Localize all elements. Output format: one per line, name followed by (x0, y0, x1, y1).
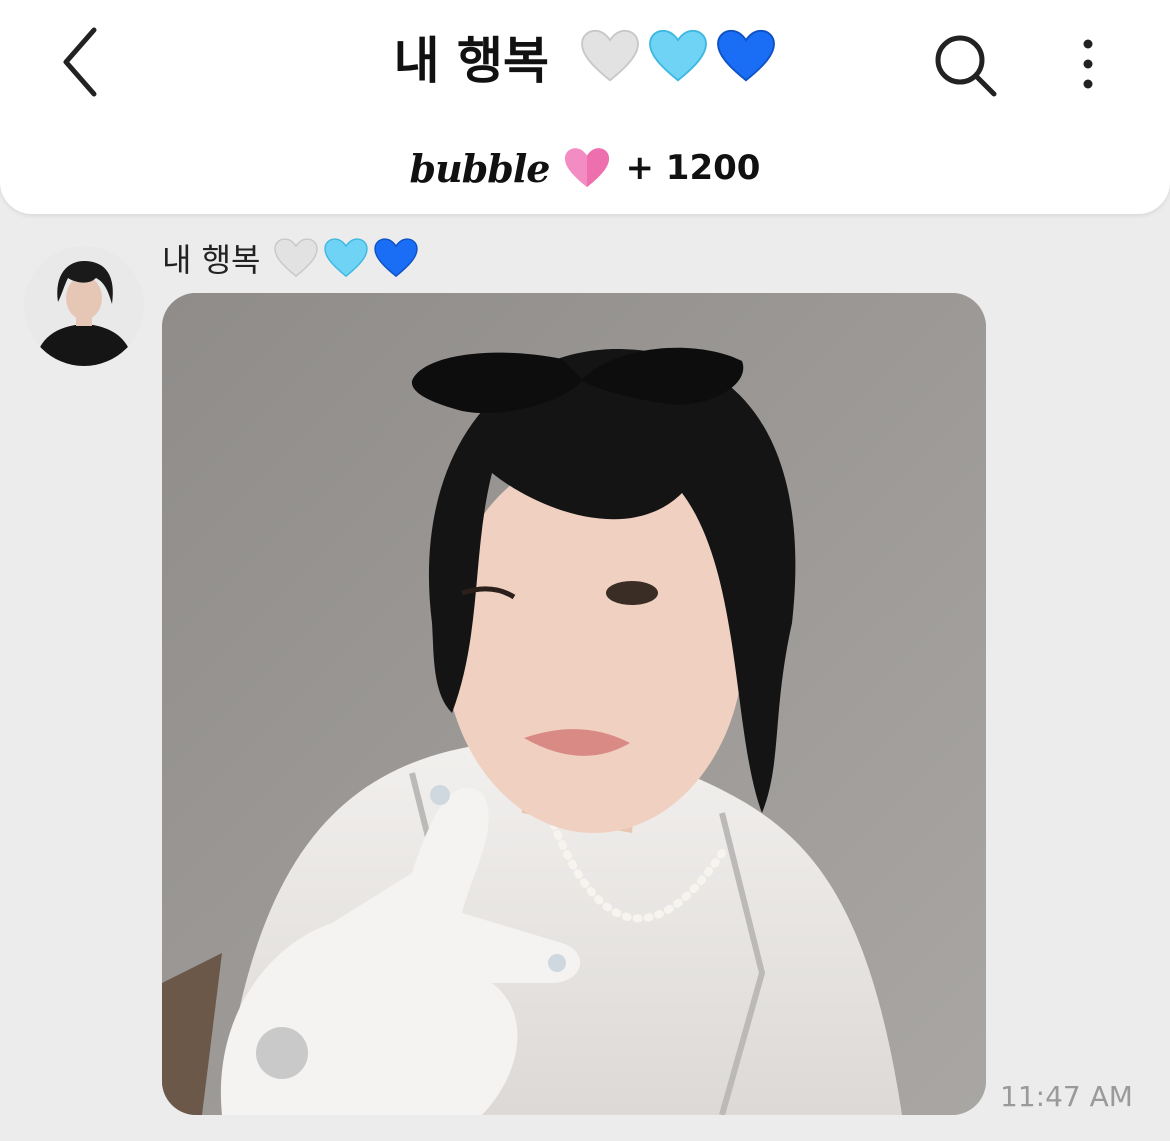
sender-hearts (273, 237, 419, 279)
avatar[interactable] (24, 246, 144, 366)
white-heart-icon (273, 238, 318, 278)
chat-header: 내 행복 bubble + 1200 (0, 0, 1170, 214)
white-heart-icon (581, 29, 640, 82)
title-hearts (580, 28, 776, 84)
light-blue-heart-icon (323, 238, 368, 278)
blue-heart-icon (717, 29, 776, 82)
light-blue-heart-icon (649, 29, 708, 82)
chat-title-text: 내 행복 (393, 32, 549, 90)
photo-image (162, 293, 986, 1115)
profile-picture (24, 246, 144, 366)
sender-name: 내 행복 (162, 241, 261, 279)
message-sender: 내 행복 (162, 232, 419, 284)
more-options-icon[interactable] (1066, 34, 1110, 94)
photo-message[interactable] (162, 293, 986, 1115)
bubble-count: + 1200 (625, 148, 761, 188)
message-time: 11:47 AM (1000, 1080, 1133, 1113)
pink-heart-icon (565, 148, 610, 188)
blue-heart-icon (373, 238, 418, 278)
bubble-logo: bubble (409, 145, 551, 191)
bubble-status: bubble + 1200 (0, 140, 1170, 196)
search-icon[interactable] (930, 30, 1000, 100)
